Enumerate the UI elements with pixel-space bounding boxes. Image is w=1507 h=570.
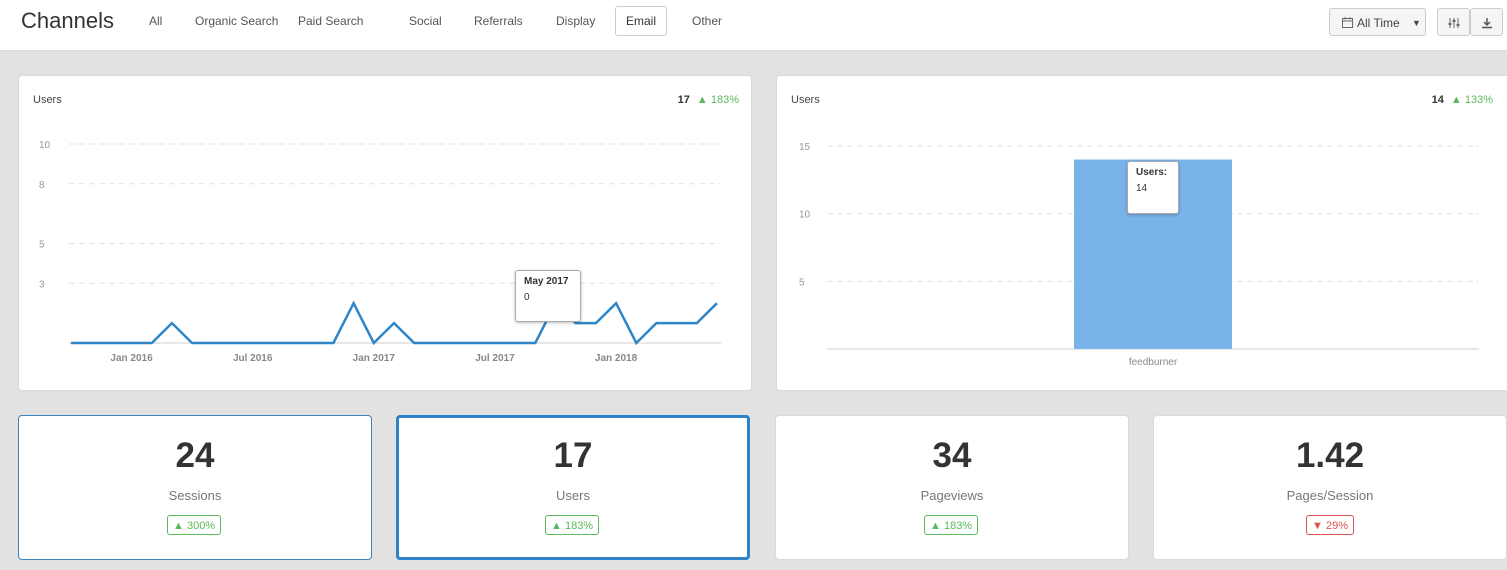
change-badge: ▲ 300% bbox=[167, 515, 222, 535]
date-range-dropdown[interactable]: All Time ▼ bbox=[1329, 8, 1426, 36]
y-tick-label: 5 bbox=[39, 240, 45, 251]
x-tick-label: Jan 2018 bbox=[595, 353, 638, 364]
line-chart-tooltip: May 2017 0 bbox=[515, 270, 581, 322]
metric-label: Users bbox=[556, 488, 590, 503]
tab-email[interactable]: Email bbox=[615, 6, 668, 36]
y-tick-label: 3 bbox=[39, 279, 45, 290]
tab-referrals[interactable]: Referrals bbox=[463, 6, 534, 36]
page-title: Channels bbox=[21, 8, 114, 33]
change-badge: ▲ 183% bbox=[545, 515, 600, 535]
pageviews-metric-card[interactable]: 34 Pageviews ▲ 183% bbox=[775, 415, 1129, 560]
bar-chart-tooltip: Users: 14 bbox=[1127, 161, 1179, 214]
y-tick-label: 10 bbox=[39, 140, 51, 151]
tooltip-label: May 2017 bbox=[524, 276, 569, 287]
tab-display[interactable]: Display bbox=[545, 6, 606, 36]
dashboard-content: Users 17 ▲ 183% 3 5 8 10 Jan 2016 Jul 2016 Jan… bbox=[0, 51, 1507, 570]
tab-social[interactable]: Social bbox=[398, 6, 453, 36]
change-badge: ▲ 183% bbox=[924, 515, 979, 535]
y-tick-label: 10 bbox=[799, 210, 811, 221]
y-tick-label: 8 bbox=[39, 180, 45, 191]
series-line-users bbox=[71, 300, 718, 346]
metric-value: 17 bbox=[553, 436, 593, 475]
y-tick-label: 15 bbox=[799, 142, 811, 153]
users-line-chart-card: Users 17 ▲ 183% 3 5 8 10 Jan 2016 Jul 2016 Jan… bbox=[18, 75, 752, 391]
tooltip-value: 0 bbox=[524, 292, 530, 303]
tab-other[interactable]: Other bbox=[681, 6, 733, 36]
calendar-icon bbox=[1342, 17, 1353, 28]
download-icon bbox=[1482, 18, 1492, 29]
change-value: 300% bbox=[186, 520, 216, 532]
metric-value: 24 bbox=[175, 436, 215, 475]
y-tick-label: 5 bbox=[799, 277, 805, 288]
users-line-chart: 3 5 8 10 Jan 2016 Jul 2016 Jan 2017 Jul 2017 Jan… bbox=[39, 140, 721, 364]
tab-paid-search[interactable]: Paid Search bbox=[287, 6, 374, 36]
caret-down-icon: ▼ bbox=[1412, 18, 1421, 28]
filter-button[interactable] bbox=[1437, 8, 1470, 36]
metric-label: Pageviews bbox=[920, 488, 984, 503]
date-range-label: All Time bbox=[1357, 16, 1400, 30]
x-tick-label: Jan 2017 bbox=[353, 353, 396, 364]
change-value: 183% bbox=[943, 520, 973, 532]
x-tick-label: Jul 2016 bbox=[233, 353, 273, 364]
users-metric-card[interactable]: 17 Users ▲ 183% bbox=[396, 415, 750, 560]
change-value: 29% bbox=[1325, 520, 1348, 532]
top-bar: Channels All Organic Search Paid Search … bbox=[0, 0, 1507, 51]
users-bar-chart-card: Users 14 ▲ 133% 5 10 15 feedburner Users: 1… bbox=[776, 75, 1507, 391]
download-button[interactable] bbox=[1470, 8, 1503, 36]
tooltip-label: Users: bbox=[1136, 167, 1168, 178]
x-tick-label: Jul 2017 bbox=[475, 353, 515, 364]
change-value: 183% bbox=[564, 520, 594, 532]
tab-organic-search[interactable]: Organic Search bbox=[184, 6, 289, 36]
users-bar-chart: 5 10 15 feedburner bbox=[799, 142, 1479, 368]
pages-per-session-metric-card[interactable]: 1.42 Pages/Session ▼ 29% bbox=[1153, 415, 1507, 560]
x-tick-label: Jan 2016 bbox=[110, 353, 153, 364]
metric-label: Pages/Session bbox=[1286, 488, 1374, 503]
change-badge: ▼ 29% bbox=[1306, 515, 1354, 535]
metric-value: 34 bbox=[932, 436, 972, 475]
tooltip-value: 14 bbox=[1136, 183, 1148, 194]
metric-label: Sessions bbox=[168, 488, 222, 503]
tab-all[interactable]: All bbox=[138, 6, 173, 36]
sliders-icon bbox=[1448, 18, 1460, 28]
sessions-metric-card[interactable]: 24 Sessions ▲ 300% bbox=[18, 415, 372, 560]
metric-value: 1.42 bbox=[1295, 436, 1365, 475]
x-tick-label: feedburner bbox=[1129, 357, 1178, 368]
